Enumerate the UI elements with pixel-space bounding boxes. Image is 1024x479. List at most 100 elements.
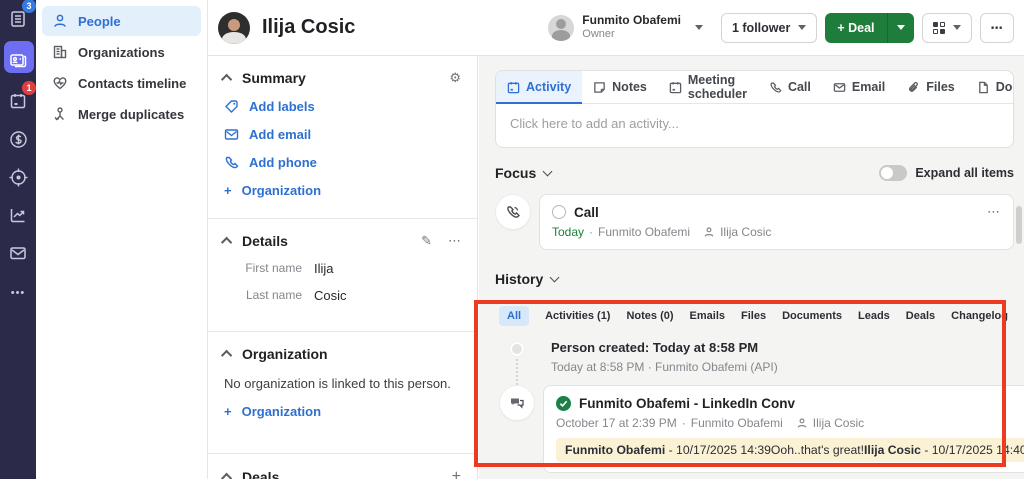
document-icon bbox=[977, 81, 990, 94]
history-title: History bbox=[495, 271, 544, 287]
sidebar-item-people[interactable]: People bbox=[42, 6, 201, 36]
mail-icon bbox=[10, 247, 26, 260]
rail-item-campaigns[interactable] bbox=[0, 158, 36, 196]
filter-documents[interactable]: Documents bbox=[782, 310, 842, 322]
created-title: Person created: Today at 8:58 PM bbox=[551, 340, 759, 355]
followers-button[interactable]: 1 follower bbox=[720, 12, 818, 43]
app-icon-rail: 3 1 ••• bbox=[0, 0, 36, 479]
deal-dropdown-button[interactable] bbox=[887, 12, 914, 43]
filter-activities[interactable]: Activities (1) bbox=[545, 310, 610, 322]
field-first-name[interactable]: First name Ilija bbox=[224, 261, 461, 276]
add-deal-plus-button[interactable]: + bbox=[452, 468, 461, 479]
collapse-chevron-icon[interactable] bbox=[220, 349, 233, 362]
envelope-icon bbox=[224, 127, 239, 142]
rail-item-more[interactable]: ••• bbox=[0, 274, 36, 312]
organization-section: Organization No organization is linked t… bbox=[208, 332, 477, 443]
leads-badge: 3 bbox=[22, 0, 36, 13]
field-last-name[interactable]: Last name Cosic bbox=[224, 288, 461, 303]
add-email-link[interactable]: Add email bbox=[224, 127, 461, 142]
collapse-chevron-icon[interactable] bbox=[220, 236, 233, 249]
sidebar-item-organizations[interactable]: Organizations bbox=[42, 37, 201, 67]
timeline-dot bbox=[510, 342, 524, 356]
history-filter-bar: All Activities (1) Notes (0) Emails File… bbox=[495, 306, 1014, 326]
note-icon bbox=[593, 81, 606, 94]
sidebar-item-merge-duplicates[interactable]: Merge duplicates bbox=[42, 99, 201, 129]
linkedin-owner: Funmito Obafemi bbox=[690, 416, 783, 430]
tab-call[interactable]: Call bbox=[758, 71, 822, 103]
rail-item-mail[interactable] bbox=[0, 234, 36, 272]
gear-icon[interactable]: ⚙ bbox=[449, 70, 461, 86]
tab-label: Files bbox=[926, 80, 955, 94]
tab-files[interactable]: Files bbox=[896, 71, 966, 103]
add-deal-button[interactable]: + Deal bbox=[825, 12, 914, 43]
sidebar-item-contacts-timeline[interactable]: Contacts timeline bbox=[42, 68, 201, 98]
add-labels-link[interactable]: Add labels bbox=[224, 99, 461, 114]
linkedin-card[interactable]: Funmito Obafemi - LinkedIn Conv ⋯ Octobe… bbox=[543, 385, 1024, 473]
focus-header: Focus Expand all items bbox=[495, 165, 1014, 181]
tab-meeting-scheduler[interactable]: Meeting scheduler bbox=[658, 71, 758, 103]
card-more-button[interactable]: ⋯ bbox=[987, 204, 1001, 220]
tab-notes[interactable]: Notes bbox=[582, 71, 658, 103]
filter-notes[interactable]: Notes (0) bbox=[626, 310, 673, 322]
sidebar-item-label: People bbox=[78, 13, 121, 29]
chat-bubble-icon bbox=[499, 385, 535, 421]
filter-files[interactable]: Files bbox=[741, 310, 766, 322]
contacts-subnav: People Organizations Contacts timeline M… bbox=[36, 0, 208, 479]
chevron-down-icon bbox=[952, 25, 961, 30]
person-avatar[interactable] bbox=[218, 11, 250, 44]
collapse-chevron-icon[interactable] bbox=[220, 472, 233, 479]
add-organization-label: Organization bbox=[241, 183, 322, 198]
add-deal-label[interactable]: + Deal bbox=[825, 12, 888, 43]
rail-item-calendar[interactable]: 1 bbox=[0, 81, 36, 120]
layout-switcher-button[interactable] bbox=[921, 12, 972, 43]
pencil-icon[interactable]: ✎ bbox=[421, 233, 432, 249]
filter-changelog[interactable]: Changelog bbox=[951, 310, 1008, 322]
phone-icon bbox=[769, 81, 782, 94]
rail-item-contacts[interactable] bbox=[0, 38, 36, 82]
add-organization-label: Organization bbox=[241, 404, 322, 419]
paperclip-icon bbox=[907, 81, 920, 94]
filter-leads[interactable]: Leads bbox=[858, 310, 890, 322]
expand-all-toggle[interactable] bbox=[879, 165, 908, 181]
call-card[interactable]: Call ⋯ Today · Funmito Obafemi Ilija Cos… bbox=[539, 194, 1014, 250]
done-check-icon[interactable] bbox=[556, 395, 571, 411]
sidebar-item-label: Contacts timeline bbox=[78, 75, 187, 91]
filter-deals[interactable]: Deals bbox=[906, 310, 935, 322]
label-tag-icon bbox=[224, 99, 239, 114]
note-preview-bar[interactable]: Funmito Obafemi - 10/17/2025 14:39Ooh..t… bbox=[556, 438, 1024, 462]
person-header: Ilija Cosic Funmito Obafemi Owner 1 foll… bbox=[208, 0, 1024, 56]
chevron-down-icon[interactable] bbox=[549, 272, 560, 283]
tab-activity[interactable]: Activity bbox=[496, 71, 583, 104]
tab-documents[interactable]: Documents bbox=[966, 71, 1013, 103]
add-phone-link[interactable]: Add phone bbox=[224, 155, 461, 170]
tab-email[interactable]: Email bbox=[822, 71, 896, 103]
header-more-button[interactable]: ⋯ bbox=[979, 12, 1014, 43]
mark-done-checkbox[interactable] bbox=[552, 205, 566, 219]
field-label: First name bbox=[245, 261, 302, 275]
calendar-icon bbox=[10, 94, 26, 109]
filter-emails[interactable]: Emails bbox=[690, 310, 725, 322]
owner-selector[interactable]: Funmito Obafemi Owner bbox=[548, 13, 703, 41]
activity-input[interactable]: Click here to add an activity... bbox=[496, 104, 1013, 147]
rail-item-leads[interactable]: 3 bbox=[0, 0, 36, 38]
contacts-icon bbox=[10, 54, 27, 68]
add-organization-link-2[interactable]: + Organization bbox=[224, 404, 461, 419]
merge-person-icon bbox=[52, 106, 68, 122]
scrollbar-thumb[interactable] bbox=[1016, 206, 1022, 244]
calendar-badge: 1 bbox=[22, 81, 36, 95]
linkedin-date: October 17 at 2:39 PM bbox=[556, 416, 677, 430]
field-label: Last name bbox=[245, 288, 302, 302]
note-body-2: - 10/17/2025 14:40Duja... bbox=[924, 443, 1024, 457]
add-organization-link[interactable]: + Organization bbox=[224, 183, 461, 198]
rail-item-deals[interactable] bbox=[0, 120, 36, 158]
filter-all[interactable]: All bbox=[499, 306, 530, 326]
sidebar-item-label: Merge duplicates bbox=[78, 106, 185, 122]
details-title: Details bbox=[242, 233, 288, 249]
person-icon bbox=[796, 417, 808, 429]
rail-item-insights[interactable] bbox=[0, 196, 36, 234]
person-detail-panel: Summary ⚙ Add labels Add email Add phone… bbox=[208, 56, 478, 479]
collapse-chevron-icon[interactable] bbox=[220, 73, 233, 86]
details-more-button[interactable]: ⋯ bbox=[448, 233, 461, 249]
field-value: Cosic bbox=[314, 288, 347, 303]
chevron-down-icon[interactable] bbox=[542, 166, 553, 177]
